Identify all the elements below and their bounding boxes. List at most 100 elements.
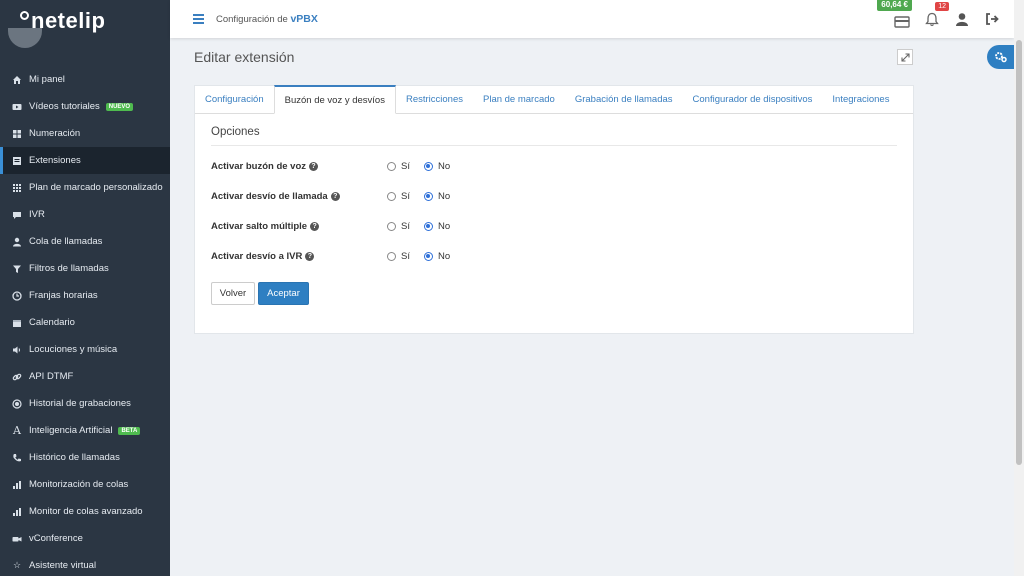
sidebar-item-label: Franjas horarias: [29, 290, 98, 301]
accept-button[interactable]: Aceptar: [258, 282, 309, 305]
sidebar-item-label: API DTMF: [29, 371, 74, 382]
user-menu-button[interactable]: [954, 11, 970, 27]
sidebar-item-numeracion[interactable]: Numeración: [0, 120, 170, 147]
option-label-text: Activar salto múltiple: [211, 220, 308, 232]
sidebar-item-api-dtmf[interactable]: API DTMF: [0, 363, 170, 390]
logout-button[interactable]: [984, 11, 1000, 27]
sidebar-item-locuciones[interactable]: Locuciones y música: [0, 336, 170, 363]
sidebar-item-historial-grabaciones[interactable]: Historial de grabaciones: [0, 390, 170, 417]
radio-yes[interactable]: [387, 161, 396, 171]
settings-float-button[interactable]: [987, 45, 1014, 69]
list-icon: [12, 156, 22, 166]
sidebar-item-label: Cola de llamadas: [29, 236, 103, 247]
help-icon[interactable]: ?: [310, 221, 320, 231]
tab-plan-marcado[interactable]: Plan de marcado: [473, 85, 565, 113]
radio-yes-label: Sí: [401, 250, 410, 262]
sidebar-item-filtros[interactable]: Filtros de llamadas: [0, 255, 170, 282]
sidebar-item-calendario[interactable]: Calendario: [0, 309, 170, 336]
notifications-button[interactable]: 12: [924, 2, 949, 27]
radio-no[interactable]: [423, 251, 433, 261]
sidebar-item-label: vConference: [29, 533, 83, 544]
sidebar-item-videos[interactable]: Vídeos tutoriales NUEVO: [0, 93, 170, 120]
sidebar-item-plan-marcado[interactable]: Plan de marcado personalizado: [0, 174, 170, 201]
user-icon: [12, 237, 22, 247]
sidebar-item-franjas[interactable]: Franjas horarias: [0, 282, 170, 309]
header-title-prefix: Configuración de: [216, 14, 291, 25]
wallet-button[interactable]: 60,64 €: [877, 0, 912, 28]
help-icon[interactable]: ?: [305, 251, 315, 261]
top-header: Configuración de vPBX 60,64 € 12: [170, 0, 1014, 38]
help-icon[interactable]: ?: [309, 161, 319, 171]
sidebar-item-mi-panel[interactable]: Mi panel: [0, 66, 170, 93]
link-icon: [12, 372, 22, 382]
section-title: Opciones: [211, 126, 260, 138]
sidebar-item-monitor-avanzado[interactable]: Monitor de colas avanzado: [0, 498, 170, 525]
edit-extension-panel: Configuración Buzón de voz y desvíos Res…: [194, 85, 914, 334]
calendar-icon: [12, 318, 22, 328]
sidebar-item-ia[interactable]: A Inteligencia Artificial BETA: [0, 417, 170, 444]
sidebar-item-label: Histórico de llamadas: [29, 452, 120, 463]
phone-icon: [12, 453, 22, 463]
sidebar-item-monitorizacion-colas[interactable]: Monitorización de colas: [0, 471, 170, 498]
tab-buzon-voz-desvios[interactable]: Buzón de voz y desvíos: [273, 85, 396, 114]
radio-yes[interactable]: [387, 221, 396, 231]
logo-text: netelip: [31, 8, 106, 33]
sidebar-item-asistente[interactable]: ☆ Asistente virtual: [0, 552, 170, 576]
sidebar-item-label: Monitor de colas avanzado: [29, 506, 143, 517]
scrollbar-thumb[interactable]: [1016, 40, 1022, 465]
grid-icon: [12, 129, 22, 139]
radio-no-label: No: [437, 190, 451, 202]
radio-yes[interactable]: [387, 251, 396, 261]
tab-grabacion-llamadas[interactable]: Grabación de llamadas: [565, 85, 683, 113]
sidebar-item-label: Monitorización de colas: [29, 479, 129, 490]
menu-toggle-icon[interactable]: [193, 14, 204, 24]
fullscreen-button[interactable]: [897, 49, 913, 65]
avatar[interactable]: [8, 28, 42, 48]
option-row-desvio-llamada: Activar desvío de llamada? Sí No: [211, 189, 811, 203]
option-label-text: Activar desvío a IVR: [211, 250, 303, 262]
page-title: Editar extensión: [194, 49, 295, 65]
help-icon[interactable]: ?: [330, 191, 340, 201]
sidebar-item-extensiones[interactable]: Extensiones: [0, 147, 170, 174]
radio-no-label: No: [437, 220, 451, 232]
sidebar-item-label: Numeración: [29, 128, 81, 139]
option-label-text: Activar desvío de llamada: [211, 190, 328, 202]
new-badge: NUEVO: [105, 102, 134, 111]
clock-icon: [12, 290, 22, 301]
page-scrollbar[interactable]: [1014, 0, 1024, 576]
tab-restricciones[interactable]: Restricciones: [396, 85, 473, 113]
radio-yes-label: Sí: [401, 220, 410, 232]
radio-no[interactable]: [423, 191, 433, 201]
expand-icon: [900, 52, 910, 62]
option-label: Activar buzón de voz?: [211, 161, 387, 172]
home-icon: [12, 75, 22, 85]
sidebar-item-label: Vídeos tutoriales: [29, 101, 100, 112]
record-icon: [12, 398, 22, 409]
radio-no[interactable]: [423, 221, 433, 231]
radio-group: Sí No: [387, 161, 464, 172]
sidebar-item-label: Plan de marcado personalizado: [29, 182, 163, 193]
radio-no[interactable]: [423, 161, 433, 171]
camera-icon: [12, 534, 22, 544]
option-row-buzon-voz: Activar buzón de voz? Sí No: [211, 159, 811, 173]
back-button[interactable]: Volver: [211, 282, 255, 305]
tab-configurador-dispositivos[interactable]: Configurador de dispositivos: [683, 85, 823, 113]
option-row-desvio-ivr: Activar desvío a IVR? Sí No: [211, 249, 811, 263]
sidebar-item-label: Calendario: [29, 317, 75, 328]
sidebar-item-label: Filtros de llamadas: [29, 263, 109, 274]
sidebar-item-historico-llamadas[interactable]: Histórico de llamadas: [0, 444, 170, 471]
tab-configuracion[interactable]: Configuración: [195, 85, 274, 113]
tab-integraciones[interactable]: Integraciones: [822, 85, 899, 113]
sidebar-item-vconference[interactable]: vConference: [0, 525, 170, 552]
star-icon: ☆: [12, 560, 22, 570]
radio-group: Sí No: [387, 191, 464, 202]
gear-icon: [994, 52, 1007, 63]
header-actions: 60,64 € 12: [877, 0, 1000, 38]
radio-yes[interactable]: [387, 191, 396, 201]
dialpad-icon: [12, 183, 22, 193]
sidebar-item-ivr[interactable]: IVR: [0, 201, 170, 228]
option-label: Activar desvío a IVR?: [211, 251, 387, 262]
bell-icon: [925, 12, 939, 26]
sidebar-item-label: Locuciones y música: [29, 344, 118, 355]
sidebar-item-cola-llamadas[interactable]: Cola de llamadas: [0, 228, 170, 255]
